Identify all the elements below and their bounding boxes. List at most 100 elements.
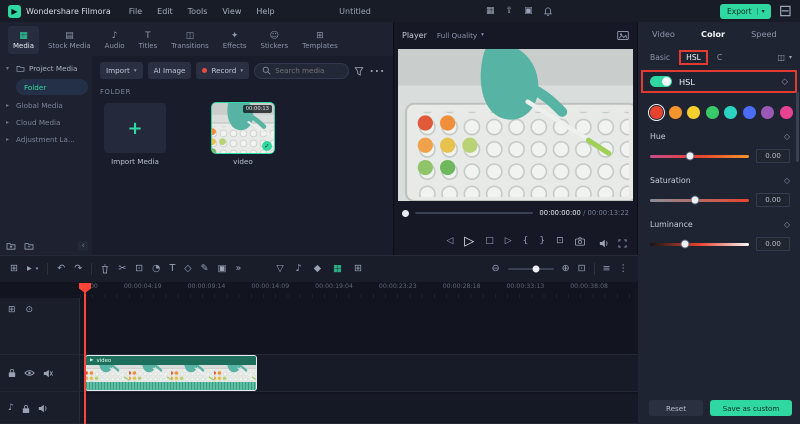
previous-frame-icon[interactable]: ◁ [446, 236, 453, 246]
menu-help[interactable]: Help [256, 7, 274, 16]
luminance-value[interactable]: 0.00 [756, 237, 790, 251]
notification-bell-icon[interactable] [543, 6, 552, 16]
screen-record-icon[interactable]: ▣ [524, 6, 533, 16]
keyframe-diamond-icon[interactable]: ◇ [781, 77, 788, 87]
media-browser-icon[interactable]: ⊞ [10, 264, 18, 274]
luminance-slider-knob[interactable] [680, 239, 690, 249]
audio-track-lane[interactable] [80, 394, 638, 424]
import-button[interactable]: Import ▾ [100, 62, 143, 79]
playhead-line[interactable] [84, 283, 86, 424]
tab-stock-media[interactable]: ▤ Stock Media [43, 26, 96, 54]
tab-color[interactable]: Color [701, 29, 725, 47]
tab-audio[interactable]: ♪ Audio [100, 26, 130, 54]
swatch-yellow[interactable] [687, 106, 700, 119]
swatch-red[interactable] [647, 103, 666, 122]
mark-in-icon[interactable]: { [523, 236, 529, 246]
tab-effects[interactable]: ✦ Effects [218, 26, 252, 54]
keyframe-diamond-icon[interactable]: ◇ [784, 132, 790, 141]
timeline-ruler[interactable]: 00:00 00:00:04:19 00:00:09:14 00:00:14:0… [80, 283, 608, 294]
timeline-video-clip[interactable]: ▶ video [85, 355, 257, 391]
export-dropdown-chevron-icon[interactable]: ▾ [756, 7, 769, 15]
menu-file[interactable]: File [129, 7, 142, 16]
subtab-basic[interactable]: Basic [650, 53, 670, 62]
keyframe-diamond-icon[interactable]: ◇ [784, 176, 790, 185]
more-tools-icon[interactable]: » [236, 264, 242, 274]
tab-transitions[interactable]: ◫ Transitions [166, 26, 214, 54]
add-track-icon[interactable]: ⊞ [8, 305, 16, 315]
snap-magnet-icon[interactable]: ⊙ [26, 305, 34, 315]
video-preview[interactable] [398, 49, 633, 201]
luminance-slider[interactable] [650, 239, 749, 249]
saturation-slider[interactable] [650, 195, 749, 205]
keyframe-diamond-icon[interactable]: ◆ [314, 264, 321, 274]
sidebar-item-project-media[interactable]: ▾ Project Media [6, 60, 88, 77]
swatch-orange[interactable] [668, 106, 682, 119]
zoom-in-icon[interactable]: ⊕ [562, 264, 570, 274]
crop-preview-icon[interactable]: ⊡ [556, 236, 564, 246]
hide-track-eye-icon[interactable] [24, 369, 35, 377]
timeline-menu-icon[interactable]: ⋮ [619, 264, 629, 274]
mute-track-icon[interactable] [43, 369, 53, 378]
new-folder-icon[interactable] [6, 242, 16, 250]
import-media-tile[interactable]: + Import Media [104, 103, 166, 166]
lock-track-icon[interactable] [8, 368, 16, 378]
save-as-custom-button[interactable]: Save as custom [710, 400, 792, 416]
scrollbar[interactable] [796, 92, 799, 162]
delete-icon[interactable] [101, 264, 109, 274]
redo-icon[interactable]: ↷ [74, 264, 82, 274]
screen-record-icon[interactable]: ▣ [218, 264, 227, 274]
filter-icon[interactable] [354, 66, 364, 76]
video-clip-thumbnail[interactable]: 00:00:13 ✓ [211, 102, 275, 154]
pen-tool-icon[interactable]: ✎ [201, 264, 209, 274]
ai-image-button[interactable]: AI Image [147, 62, 192, 79]
sidebar-item-cloud-media[interactable]: ▸ Cloud Media [6, 114, 88, 131]
export-button[interactable]: Export ▾ [720, 3, 771, 19]
tab-templates[interactable]: ⊞ Templates [297, 26, 343, 54]
scrubber-handle[interactable] [402, 209, 409, 217]
hue-slider-knob[interactable] [685, 151, 695, 161]
play-icon[interactable]: ▷ [464, 235, 474, 248]
tab-video[interactable]: Video [652, 29, 675, 47]
import-media-dropzone[interactable]: + [104, 103, 166, 153]
speed-icon[interactable]: ◔ [152, 264, 160, 274]
hue-value[interactable]: 0.00 [756, 149, 790, 163]
hsl-toggle[interactable] [650, 76, 672, 87]
hue-slider[interactable] [650, 151, 749, 161]
tab-speed[interactable]: Speed [751, 29, 777, 47]
swatch-purple[interactable] [761, 106, 774, 119]
reset-button[interactable]: Reset [649, 400, 703, 416]
delete-folder-icon[interactable] [24, 242, 34, 250]
subtab-curves[interactable]: C [717, 53, 722, 62]
quality-selector[interactable]: Full Quality ▾ [437, 31, 484, 40]
pointer-tool-icon[interactable]: ▸ [27, 264, 32, 274]
tab-stickers[interactable]: ☺ Stickers [256, 26, 294, 54]
keyframe-icon[interactable]: ◇ [184, 264, 191, 274]
next-frame-icon[interactable]: ▷ [505, 236, 512, 246]
search-input[interactable] [275, 66, 341, 75]
crop-icon[interactable]: ⊡ [135, 264, 143, 274]
collapse-sidebar-icon[interactable]: ‹ [78, 241, 88, 251]
ai-tools-icon[interactable]: ▦ [333, 264, 342, 274]
tab-media[interactable]: ▦ Media [8, 26, 40, 54]
layout-icon[interactable]: ▦ [486, 6, 495, 16]
compare-view-icon[interactable]: ◫ [777, 53, 785, 62]
beat-detect-icon[interactable]: ♪ [296, 264, 302, 274]
chevron-down-icon[interactable]: ▾ [789, 54, 792, 61]
panel-toggle-icon[interactable]: ⊟ [779, 3, 792, 19]
more-options-icon[interactable]: ⋯ [369, 62, 385, 79]
zoom-out-icon[interactable]: ⊖ [492, 264, 500, 274]
menu-view[interactable]: View [222, 7, 241, 16]
swatch-teal[interactable] [724, 106, 737, 119]
mute-track-icon[interactable] [38, 404, 48, 413]
swatch-magenta[interactable] [779, 106, 793, 119]
mark-out-icon[interactable]: } [539, 236, 545, 246]
marker-icon[interactable]: ▽ [276, 264, 283, 274]
saturation-value[interactable]: 0.00 [756, 193, 790, 207]
timeline-zoom-slider[interactable] [507, 265, 554, 273]
video-clip-tile[interactable]: 00:00:13 ✓ video [211, 102, 275, 166]
zoom-knob[interactable] [532, 265, 540, 273]
fit-timeline-icon[interactable]: ⊡ [578, 264, 586, 274]
volume-icon[interactable] [599, 239, 609, 248]
split-icon[interactable]: ✂ [118, 264, 126, 274]
keyframe-diamond-icon[interactable]: ◇ [784, 220, 790, 229]
